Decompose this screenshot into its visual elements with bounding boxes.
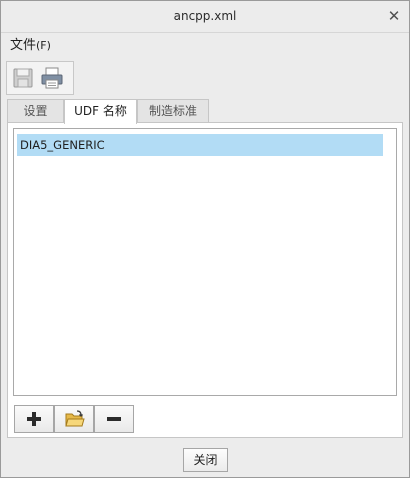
menu-bar: 文件(F) (1, 33, 409, 59)
close-icon[interactable]: ✕ (385, 7, 403, 25)
print-button[interactable] (40, 66, 64, 90)
tab-manufacturing-standards[interactable]: 制造标准 (137, 99, 209, 122)
open-folder-icon (65, 410, 85, 427)
plus-icon (27, 412, 41, 426)
menu-file[interactable]: 文件(F) (10, 37, 51, 55)
open-button[interactable] (54, 405, 94, 433)
print-icon (41, 67, 63, 89)
remove-button[interactable] (94, 405, 134, 433)
minus-icon (107, 417, 121, 421)
save-icon (13, 68, 33, 88)
save-button[interactable] (11, 66, 35, 90)
menu-file-mnemonic: (F) (36, 39, 51, 52)
title-bar: ancpp.xml ✕ (1, 1, 409, 33)
toolbar (6, 61, 74, 95)
window-title: ancpp.xml (173, 9, 237, 23)
close-button[interactable]: 关闭 (183, 448, 228, 472)
udf-names-panel: DIA5_GENERIC (7, 122, 403, 438)
tab-udf-names[interactable]: UDF 名称 (64, 99, 137, 124)
list-item[interactable]: DIA5_GENERIC (17, 134, 383, 156)
udf-list[interactable]: DIA5_GENERIC (13, 128, 397, 396)
menu-file-label: 文件 (10, 38, 37, 53)
add-button[interactable] (14, 405, 54, 433)
tab-settings[interactable]: 设置 (7, 99, 64, 122)
list-action-buttons (14, 405, 134, 433)
dialog-window: ancpp.xml ✕ 文件(F) 设置 UDF 名称 制造标准 DIA5_GE… (0, 0, 410, 478)
